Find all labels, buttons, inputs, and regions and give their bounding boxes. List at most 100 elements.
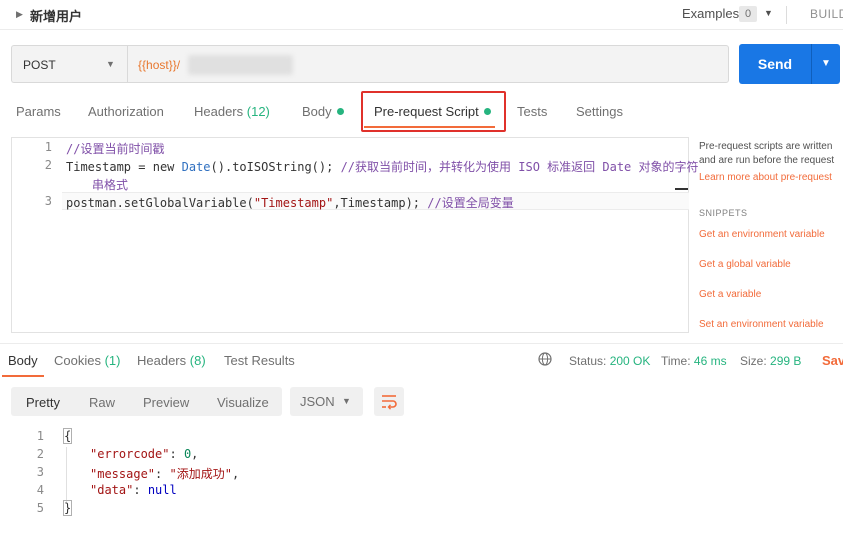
time-value: 46 ms: [693, 354, 727, 368]
header-divider: [786, 6, 787, 24]
resp-tab-test-results[interactable]: Test Results: [224, 353, 295, 368]
json-key: "data": [90, 483, 134, 497]
json-comma: ,: [231, 467, 240, 481]
view-visualize-button[interactable]: Visualize: [217, 395, 269, 410]
tab-settings[interactable]: Settings: [576, 104, 623, 119]
code-comment: //设置当前时间戳: [66, 142, 165, 156]
view-raw-button[interactable]: Raw: [89, 395, 115, 410]
code-comment: //获取当前时间，并转化为使用 ISO 标准返回 Date 对象的字符: [340, 160, 699, 174]
view-preview-button[interactable]: Preview: [143, 395, 189, 410]
redacted-url-segment: [188, 55, 293, 75]
send-button[interactable]: Send: [739, 44, 811, 84]
tab-authorization[interactable]: Authorization: [88, 104, 164, 119]
line-number: 3: [36, 465, 44, 479]
wrap-lines-button[interactable]: [374, 387, 404, 416]
prerequest-script-editor[interactable]: 1 //设置当前时间戳 2 Timestamp = new Date().toI…: [11, 137, 699, 333]
code-line-2-wrap: 串格式: [92, 176, 128, 193]
code-line-1: //设置当前时间戳: [66, 140, 164, 157]
response-active-tab-indicator: [2, 375, 44, 377]
build-button[interactable]: BUILD: [810, 7, 843, 21]
tab-body[interactable]: Body: [302, 104, 344, 119]
snippet-get-global-variable[interactable]: Get a global variable: [699, 258, 791, 272]
request-title[interactable]: 新增用户: [30, 6, 82, 25]
response-status: Status: 200 OK: [569, 354, 650, 368]
response-size: Size: 299 B: [740, 354, 801, 368]
request-header: ▶ 新增用户 Examples 0 ▼ BUILD: [0, 0, 843, 30]
code-line-2: Timestamp = new Date().toISOString(); //…: [66, 158, 699, 175]
tab-params[interactable]: Params: [16, 104, 61, 119]
url-input[interactable]: {{host}}/: [127, 45, 729, 83]
annotation-highlight-box: [361, 91, 506, 132]
line-number: 2: [44, 158, 52, 172]
chevron-down-icon: ▼: [342, 396, 351, 406]
snippet-set-env-variable[interactable]: Set an environment variable: [699, 318, 824, 332]
resp-tab-cookies-label: Cookies: [54, 353, 101, 368]
sidebar-description-1: Pre-request scripts are written: [699, 141, 833, 152]
resp-tab-body[interactable]: Body: [8, 353, 38, 368]
code-comment: //设置全局变量: [427, 196, 514, 210]
json-close-brace: }: [63, 500, 73, 516]
json-line-errorcode: "errorcode": 0,: [90, 447, 198, 461]
learn-more-link[interactable]: Learn more about pre-request: [699, 171, 843, 185]
tab-tests[interactable]: Tests: [517, 104, 547, 119]
line-number: 2: [36, 447, 44, 461]
view-pretty-button[interactable]: Pretty: [26, 395, 60, 410]
code-string: "Timestamp": [253, 196, 334, 210]
collapse-caret-icon[interactable]: ▶: [16, 9, 23, 20]
method-label: POST: [23, 58, 56, 72]
line-number: 1: [44, 140, 52, 154]
indent-guide: [66, 447, 67, 503]
snippet-get-env-variable[interactable]: Get an environment variable: [699, 228, 825, 242]
resp-tab-headers-count: (8): [189, 353, 206, 368]
method-select[interactable]: POST ▼: [11, 45, 127, 83]
code-operator: =: [131, 160, 153, 174]
wrap-lines-icon: [382, 395, 397, 410]
time-label: Time:: [661, 354, 691, 368]
code-keyword: new: [152, 160, 182, 174]
chevron-down-icon[interactable]: ▼: [764, 8, 773, 18]
sidebar-description-2: and are run before the request: [699, 155, 835, 166]
snippet-get-variable[interactable]: Get a variable: [699, 288, 761, 302]
json-sep: :: [169, 447, 184, 461]
resp-tab-cookies-count: (1): [104, 353, 121, 368]
url-value: {{host}}/: [138, 58, 181, 72]
json-comma: ,: [191, 447, 199, 461]
tab-body-label: Body: [302, 104, 332, 119]
line-number: 4: [36, 483, 44, 497]
code-line-3: postman.setGlobalVariable("Timestamp",Ti…: [66, 194, 514, 211]
code-class: Date: [181, 160, 211, 174]
json-line-data: "data": null: [90, 483, 177, 497]
json-sep: :: [155, 467, 170, 481]
format-select[interactable]: JSON ▼: [290, 387, 363, 416]
tab-headers[interactable]: Headers (12): [194, 104, 270, 119]
examples-count-badge: 0: [739, 6, 757, 22]
json-open-brace: {: [63, 428, 73, 444]
code-call: postman.setGlobalVariable(: [66, 196, 254, 210]
json-sep: :: [133, 483, 148, 497]
status-value: 200 OK: [609, 354, 651, 368]
examples-dropdown[interactable]: Examples: [682, 6, 739, 21]
send-options-chevron-icon[interactable]: ▼: [811, 44, 840, 84]
json-key: "message": [90, 467, 156, 481]
code-call-rest: ,Timestamp);: [333, 196, 428, 210]
size-value: 299 B: [770, 354, 802, 368]
json-null: null: [147, 483, 177, 497]
tab-headers-label: Headers: [194, 104, 244, 119]
resp-tab-headers-label: Headers: [137, 353, 187, 368]
tab-headers-count: (12): [246, 104, 270, 119]
json-line-message: "message": "添加成功",: [90, 465, 239, 482]
code-variable: Timestamp: [66, 160, 132, 174]
snippets-sidebar: Pre-request scripts are written and are …: [699, 140, 843, 340]
resp-tab-headers[interactable]: Headers (8): [137, 353, 206, 368]
globe-icon[interactable]: [538, 352, 552, 366]
response-time: Time: 46 ms: [661, 354, 727, 368]
size-label: Size:: [740, 354, 767, 368]
save-response-button[interactable]: Sav: [822, 353, 843, 368]
status-label: Status:: [569, 354, 607, 368]
code-call: ().toISOString();: [210, 160, 341, 174]
resp-tab-cookies[interactable]: Cookies (1): [54, 353, 120, 368]
editor-cursor: [675, 188, 688, 190]
snippets-header: SNIPPETS: [699, 208, 748, 218]
json-key: "errorcode": [90, 447, 170, 461]
body-indicator-dot: [336, 108, 344, 115]
